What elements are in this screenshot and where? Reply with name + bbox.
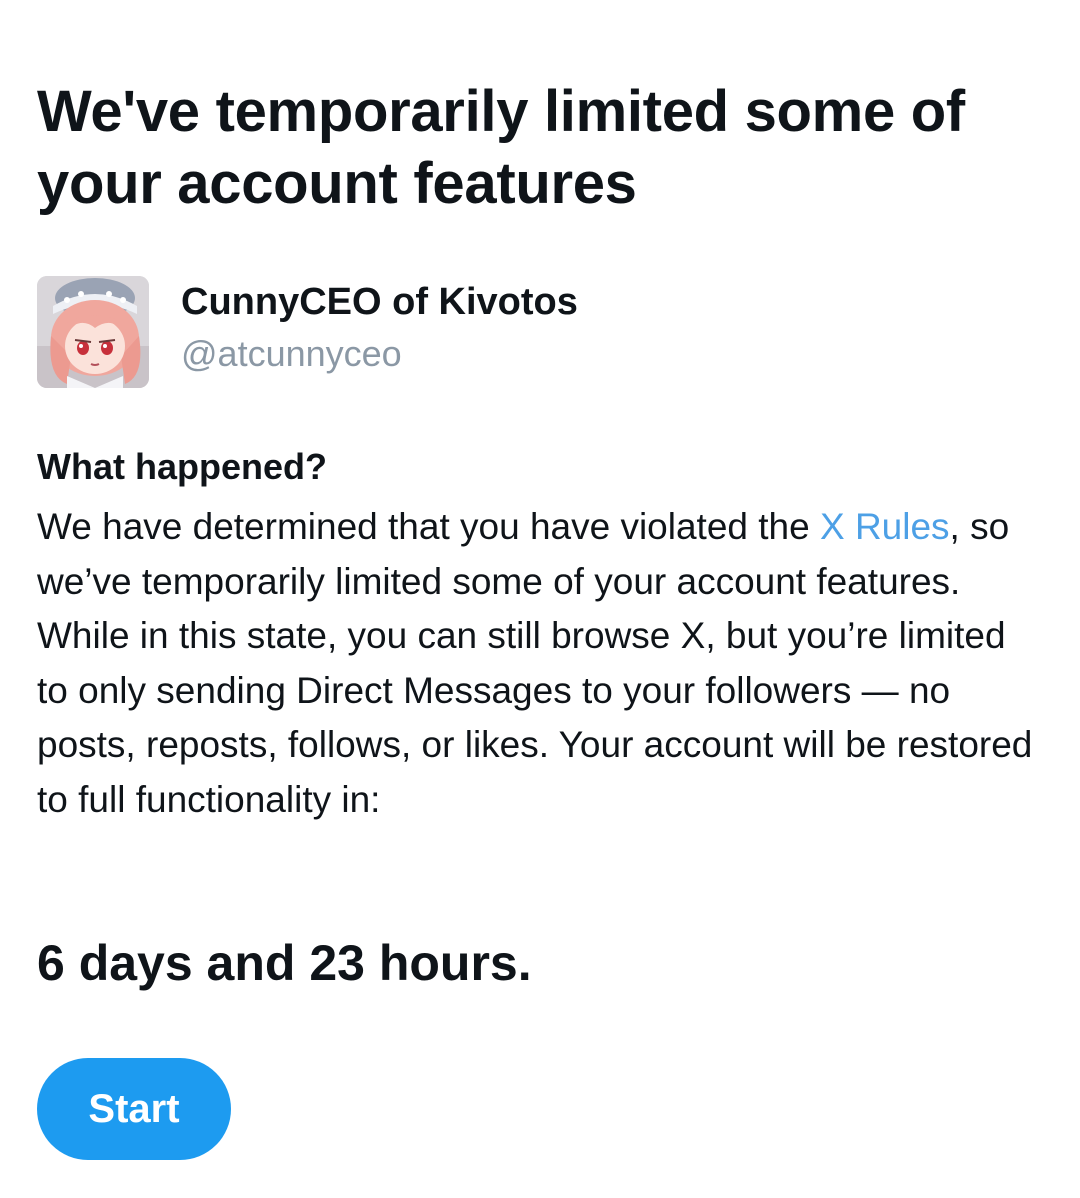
notice-body: We have determined that you have violate…: [37, 500, 1037, 827]
anime-character-avatar-icon: [37, 276, 149, 388]
page-title: We've temporarily limited some of your a…: [37, 79, 965, 216]
account-display-name: CunnyCEO of Kivotos: [181, 281, 578, 323]
x-rules-link[interactable]: X Rules: [820, 506, 950, 547]
start-button[interactable]: Start: [37, 1058, 231, 1160]
notice-body-intro: We have determined that you have violate…: [37, 506, 820, 547]
restriction-countdown: 6 days and 23 hours.: [37, 935, 532, 991]
section-heading: What happened?: [37, 446, 327, 487]
avatar: [37, 276, 149, 388]
account-card: CunnyCEO of Kivotos @atcunnyceo: [37, 276, 1047, 388]
account-handle: @atcunnyceo: [181, 333, 402, 374]
notice-body-details: , so we’ve temporarily limited some of y…: [37, 506, 1033, 820]
